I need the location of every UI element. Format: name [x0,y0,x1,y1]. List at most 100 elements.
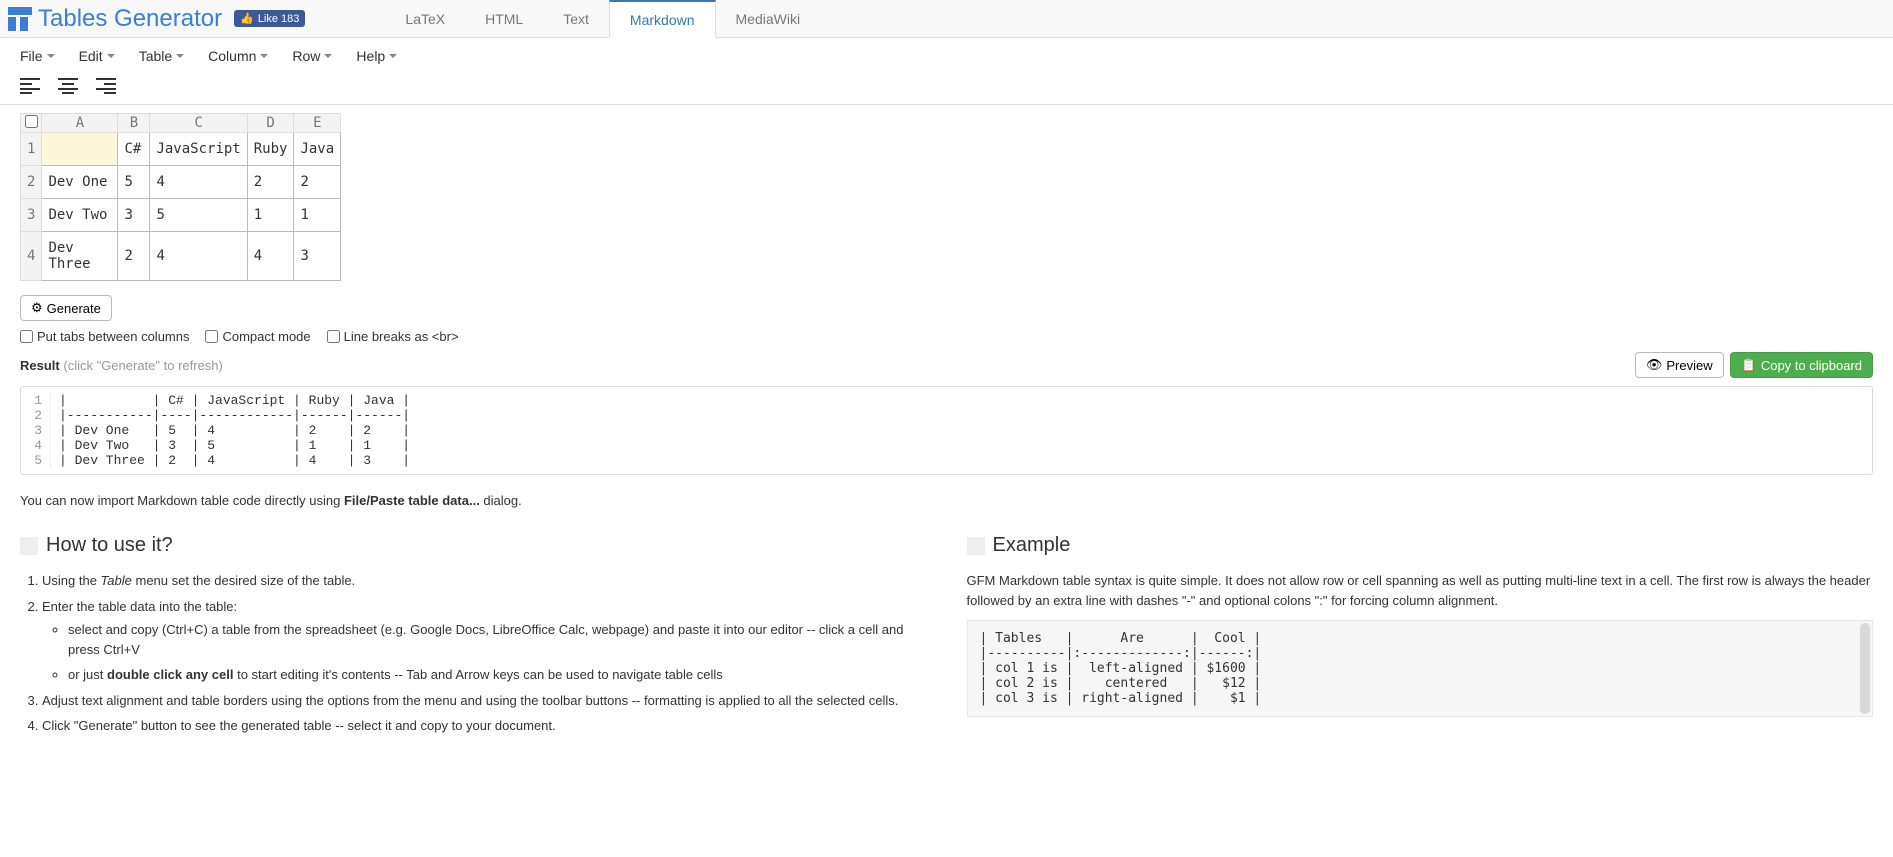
code-line-3: | Dev One | 5 | 4 | 2 | 2 | [51,423,418,438]
menu-table[interactable]: Table [139,48,184,64]
cell-1-D[interactable]: Ruby [247,133,294,166]
menu-column[interactable]: Column [208,48,268,64]
menu-edit[interactable]: Edit [79,48,115,64]
facebook-like-button[interactable]: 👍 Like 183 [234,10,305,27]
cell-4-A[interactable]: Dev Three [42,232,118,281]
copy-clipboard-button[interactable]: 📋 Copy to clipboard [1730,352,1873,378]
code-line-1: | | C# | JavaScript | Ruby | Java | [51,393,418,408]
code-line-5: | Dev Three | 2 | 4 | 4 | 3 | [51,453,418,468]
row-header-3[interactable]: 3 [21,199,42,232]
align-center-icon[interactable] [58,78,78,94]
cell-1-A[interactable] [42,133,118,166]
chevron-down-icon [389,54,397,58]
col-header-C[interactable]: C [150,114,247,133]
cell-4-C[interactable]: 4 [150,232,247,281]
howto-step-4: Click "Generate" button to see the gener… [42,716,927,736]
cell-4-E[interactable]: 3 [294,232,341,281]
tab-mediawiki[interactable]: MediaWiki [716,0,821,37]
line-number: 4 [21,438,51,453]
cell-3-B[interactable]: 3 [118,199,150,232]
generate-label: Generate [47,301,101,316]
option-br[interactable]: Line breaks as <br> [327,329,459,344]
howto-step-2a: select and copy (Ctrl+C) a table from th… [68,620,927,659]
cell-2-D[interactable]: 2 [247,166,294,199]
line-number: 5 [21,453,51,468]
eye-icon: 👁 [1646,357,1663,373]
code-output[interactable]: 1| | C# | JavaScript | Ruby | Java |2|--… [20,386,1873,475]
cell-2-A[interactable]: Dev One [42,166,118,199]
example-code[interactable]: | Tables | Are | Cool | |----------|:---… [967,620,1874,717]
cell-2-B[interactable]: 5 [118,166,150,199]
chevron-down-icon [260,54,268,58]
tab-latex[interactable]: LaTeX [385,0,465,37]
square-icon [967,537,985,555]
tab-markdown[interactable]: Markdown [609,0,716,38]
result-hint: (click "Generate" to refresh) [63,358,223,373]
cell-3-C[interactable]: 5 [150,199,247,232]
cell-2-C[interactable]: 4 [150,166,247,199]
tab-html[interactable]: HTML [465,0,543,37]
result-header: Result (click "Generate" to refresh) 👁 P… [0,350,1893,384]
cell-3-D[interactable]: 1 [247,199,294,232]
menu-bar: File Edit Table Column Row Help [0,38,1893,74]
col-header-E[interactable]: E [294,114,341,133]
code-line-4: | Dev Two | 3 | 5 | 1 | 1 | [51,438,418,453]
cell-2-E[interactable]: 2 [294,166,341,199]
howto-step-1: Using the Table menu set the desired siz… [42,571,927,591]
option-compact[interactable]: Compact mode [205,329,310,344]
howto-title: How to use it? [46,534,173,557]
cell-1-C[interactable]: JavaScript [150,133,247,166]
row-header-1[interactable]: 1 [21,133,42,166]
fb-like-label: Like 183 [258,13,300,25]
cell-3-A[interactable]: Dev Two [42,199,118,232]
preview-button[interactable]: 👁 Preview [1635,352,1724,378]
alignment-toolbar [0,74,1893,104]
import-note: You can now import Markdown table code d… [0,485,1893,524]
brand-title: Tables Generator [38,5,222,33]
editor-grid[interactable]: ABCDE1C#JavaScriptRubyJava2Dev One54223D… [20,113,341,281]
menu-file[interactable]: File [20,48,55,64]
howto-step-3: Adjust text alignment and table borders … [42,691,927,711]
table-editor: ABCDE1C#JavaScriptRubyJava2Dev One54223D… [0,105,1893,295]
tabs-checkbox[interactable] [20,330,33,343]
menu-row[interactable]: Row [292,48,332,64]
tab-text[interactable]: Text [543,0,609,37]
format-tabs: LaTeXHTMLTextMarkdownMediaWiki [385,0,820,37]
chevron-down-icon [107,54,115,58]
top-nav: Tables Generator 👍 Like 183 LaTeXHTMLTex… [0,0,1893,38]
col-header-A[interactable]: A [42,114,118,133]
menu-help[interactable]: Help [356,48,397,64]
cell-3-E[interactable]: 1 [294,199,341,232]
cell-1-E[interactable]: Java [294,133,341,166]
line-number: 2 [21,408,51,423]
gear-icon: ⚙ [31,300,43,316]
howto-step-2b: or just double click any cell to start e… [68,665,927,685]
option-tabs[interactable]: Put tabs between columns [20,329,189,344]
scrollbar[interactable] [1860,623,1870,714]
cell-1-B[interactable]: C# [118,133,150,166]
col-header-B[interactable]: B [118,114,150,133]
row-header-4[interactable]: 4 [21,232,42,281]
square-icon [20,537,38,555]
align-right-icon[interactable] [96,78,116,94]
example-title: Example [993,534,1071,557]
select-all-checkbox[interactable] [21,114,42,133]
logo[interactable]: Tables Generator [8,5,222,33]
compact-checkbox[interactable] [205,330,218,343]
row-header-2[interactable]: 2 [21,166,42,199]
logo-icon [8,7,32,31]
line-number: 1 [21,393,51,408]
cell-4-B[interactable]: 2 [118,232,150,281]
col-header-D[interactable]: D [247,114,294,133]
example-section: Example GFM Markdown table syntax is qui… [967,534,1874,742]
clipboard-icon: 📋 [1741,357,1757,373]
chevron-down-icon [176,54,184,58]
chevron-down-icon [324,54,332,58]
howto-section: How to use it? Using the Table menu set … [20,534,927,742]
output-options: Put tabs between columns Compact mode Li… [0,321,1893,350]
generate-button[interactable]: ⚙ Generate [20,295,112,321]
howto-step-2: Enter the table data into the table: sel… [42,597,927,685]
br-checkbox[interactable] [327,330,340,343]
align-left-icon[interactable] [20,78,40,94]
cell-4-D[interactable]: 4 [247,232,294,281]
